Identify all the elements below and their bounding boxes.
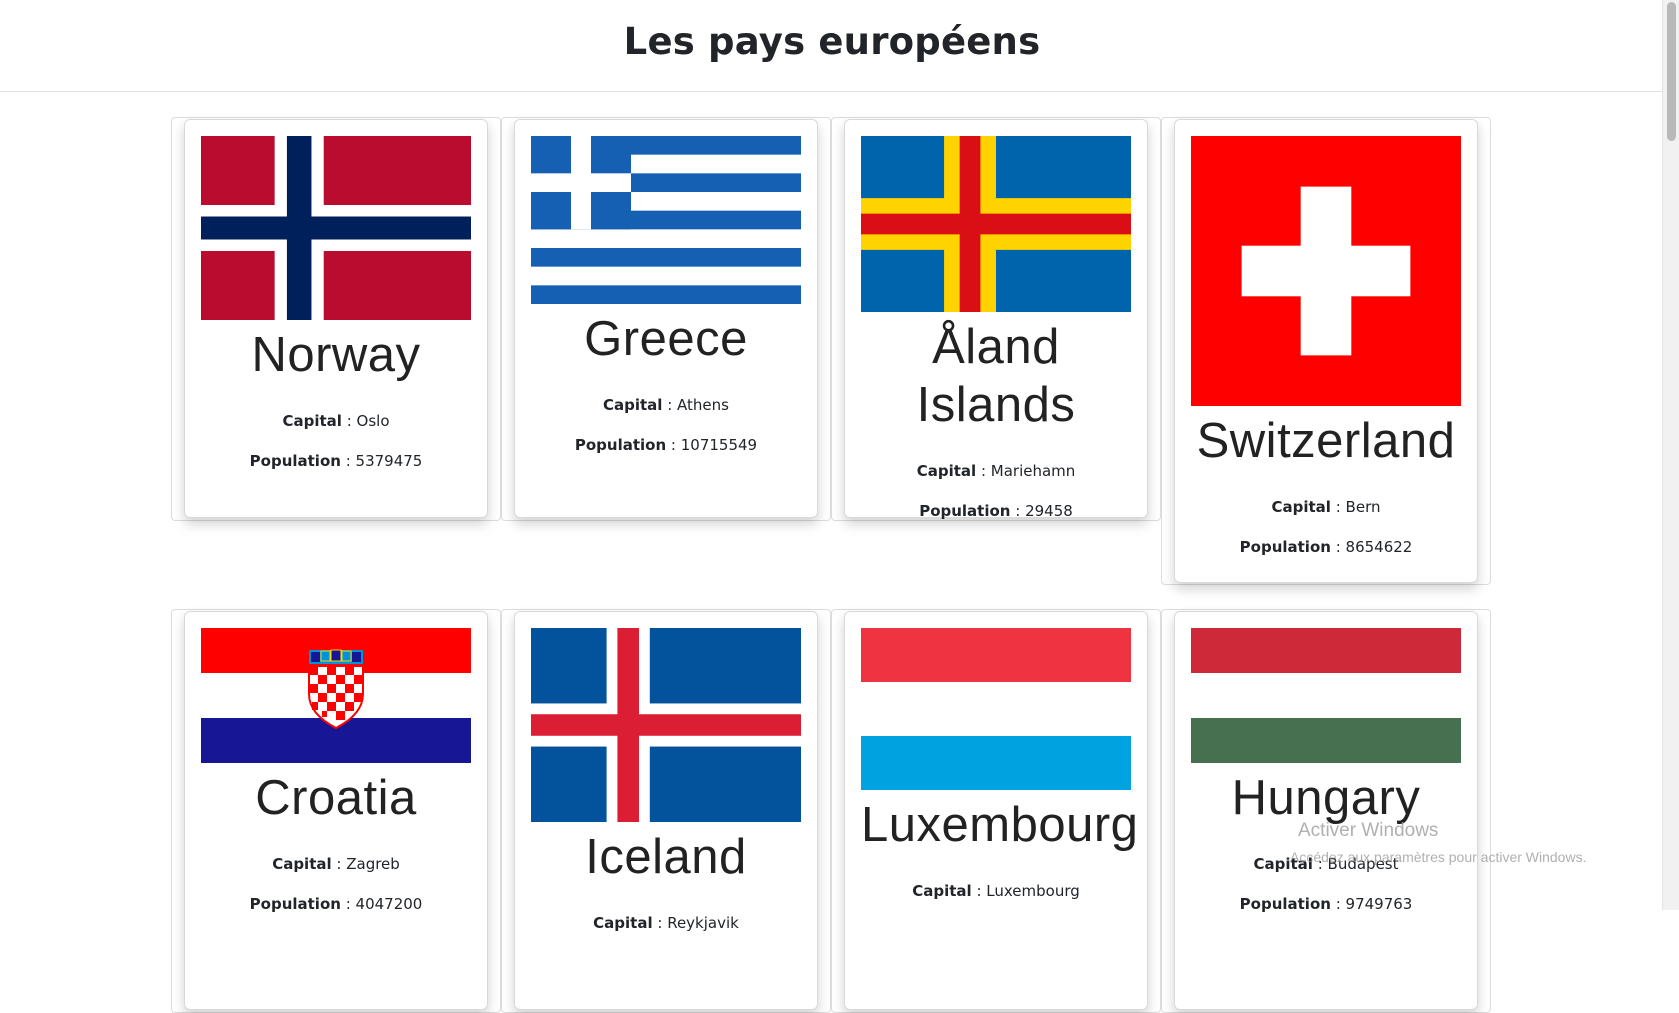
country-card[interactable]: Greece Capital : Athens Population : 107… [514,119,818,518]
capital-label: Capital [603,396,663,414]
iceland-flag-icon [531,628,801,822]
scrollbar-thumb[interactable] [1667,2,1676,141]
capital-line: Capital : Bern [1191,497,1461,517]
population-value: 4047200 [355,895,423,913]
country-cell: Åland Islands Capital : Mariehamn Popula… [831,117,1161,521]
population-line: Population : 9749763 [1191,894,1461,914]
capital-line: Capital : Oslo [201,411,471,431]
switzerland-flag-icon [1191,136,1461,406]
capital-label: Capital [1271,498,1331,516]
country-card[interactable]: Norway Capital : Oslo Population : 53794… [184,119,488,518]
page-title: Les pays européens [623,20,1041,63]
separator: : [971,882,987,900]
capital-label: Capital [916,462,977,480]
country-cell: Hungary Capital : Budapest Population : … [1161,609,1491,1013]
country-name: Iceland [585,830,747,884]
capital-label: Capital [912,882,972,900]
capital-value: Mariehamn [990,462,1076,480]
population-line: Population : 4047200 [201,894,471,914]
capital-value: Luxembourg [986,882,1080,900]
capital-line: Capital : Athens [531,395,801,415]
population-value: 9749763 [1345,895,1413,913]
capital-line: Capital : Budapest [1191,854,1461,874]
capital-line: Capital : Zagreb [201,854,471,874]
population-label: Population [919,502,1011,520]
vertical-scrollbar[interactable] [1662,0,1679,910]
population-value: 10715549 [680,436,758,454]
separator: : [331,855,347,873]
country-name: Hungary [1231,771,1421,825]
country-grid-row-1: Norway Capital : Oslo Population : 53794… [171,117,1493,585]
separator: : [652,914,668,932]
population-label: Population [249,895,341,913]
population-label: Population [574,436,667,454]
aland-islands-flag-icon [861,136,1131,312]
population-label: Population [249,452,341,470]
population-line: Population : 5379475 [201,451,471,471]
country-cell: Norway Capital : Oslo Population : 53794… [171,117,501,521]
country-name: Croatia [255,771,417,825]
population-value: 5379475 [355,452,423,470]
separator: : [341,412,357,430]
capital-value: Reykjavik [667,914,739,932]
separator: : [340,452,356,470]
population-line: Population : 10715549 [531,435,801,455]
country-card[interactable]: Iceland Capital : Reykjavik [514,611,818,1010]
country-name: Norway [251,328,421,382]
capital-line: Capital : Reykjavik [531,913,801,933]
country-cell: Iceland Capital : Reykjavik [501,609,831,1013]
country-card[interactable]: Switzerland Capital : Bern Population : … [1174,119,1478,583]
country-cell: Greece Capital : Athens Population : 107… [501,117,831,521]
separator: : [1330,498,1346,516]
luxembourg-flag-icon [861,628,1131,790]
separator: : [662,396,678,414]
capital-label: Capital [272,855,332,873]
country-card[interactable]: Åland Islands Capital : Mariehamn Popula… [844,119,1148,521]
country-card[interactable]: Hungary Capital : Budapest Population : … [1174,611,1478,1010]
country-grid-row-2: Croatia Capital : Zagreb Population : 40… [171,609,1493,1013]
separator: : [1330,538,1346,556]
capital-value: Oslo [356,412,390,430]
country-name: Greece [584,312,748,366]
country-cell: Croatia Capital : Zagreb Population : 40… [171,609,501,1013]
population-label: Population [1239,895,1331,913]
country-card[interactable]: Luxembourg Capital : Luxembourg [844,611,1148,1010]
population-line: Population : 8654622 [1191,537,1461,557]
country-name: Luxembourg [861,798,1139,852]
country-name: Switzerland [1196,414,1456,468]
population-label: Population [1239,538,1331,556]
capital-value: Zagreb [346,855,400,873]
greece-flag-icon [531,136,801,304]
separator: : [1010,502,1026,520]
separator: : [1330,895,1346,913]
capital-value: Athens [677,396,729,414]
capital-label: Capital [1253,855,1313,873]
separator: : [340,895,356,913]
capital-line: Capital : Mariehamn [861,461,1131,481]
country-name: Åland Islands [916,320,1076,432]
capital-value: Bern [1345,498,1381,516]
population-line: Population : 29458 [861,501,1131,521]
separator: : [1312,855,1328,873]
population-value: 8654622 [1345,538,1413,556]
page-header: Les pays européens [0,0,1662,92]
country-cell: Luxembourg Capital : Luxembourg [831,609,1161,1013]
capital-label: Capital [282,412,342,430]
separator: : [976,462,991,480]
hungary-flag-icon [1191,628,1461,763]
capital-label: Capital [593,914,653,932]
country-card[interactable]: Croatia Capital : Zagreb Population : 40… [184,611,488,1010]
capital-line: Capital : Luxembourg [861,881,1131,901]
croatia-flag-icon [201,628,471,763]
country-cell: Switzerland Capital : Bern Population : … [1161,117,1491,585]
separator: : [666,436,681,454]
capital-value: Budapest [1327,855,1399,873]
norway-flag-icon [201,136,471,320]
population-value: 29458 [1025,502,1073,520]
